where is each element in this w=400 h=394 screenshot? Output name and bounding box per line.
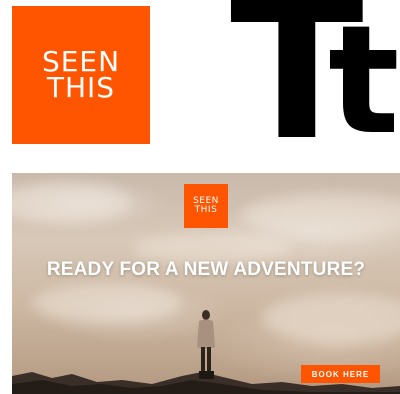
typeface-specimen: T t: [228, 0, 400, 150]
brand-logo-tile: SEEN THIS: [12, 6, 150, 144]
banner-logo-line-2: THIS: [194, 205, 218, 215]
cloud-shape: [32, 283, 182, 323]
banner-headline: READY FOR A NEW ADVENTURE?: [46, 259, 366, 280]
cloud-shape: [262, 293, 400, 343]
banner-logo: SEEN THIS: [184, 184, 228, 228]
lowercase-glyph: t: [328, 0, 400, 150]
cloud-shape: [12, 183, 132, 223]
logo-line-2: THIS: [46, 71, 116, 104]
cloud-shape: [242, 193, 400, 238]
ad-banner[interactable]: SEEN THIS READY FOR A NEW ADVENTURE? BOO…: [12, 173, 400, 394]
book-here-button[interactable]: BOOK HERE: [301, 365, 380, 383]
hiker-silhouette: [197, 310, 215, 379]
